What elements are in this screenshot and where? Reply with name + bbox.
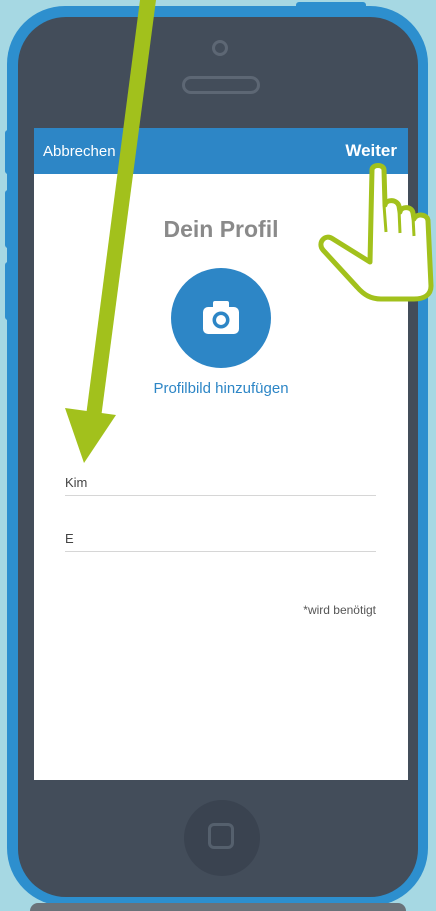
home-button[interactable] — [184, 800, 260, 876]
app-screen: Abbrechen Weiter Dein Profil Profilbild … — [34, 128, 408, 780]
add-profile-picture-link[interactable]: Profilbild hinzufügen — [34, 380, 408, 397]
home-square-icon — [208, 823, 234, 849]
navigation-bar: Abbrechen Weiter — [34, 128, 408, 174]
first-name-field[interactable]: Kim — [65, 468, 376, 496]
volume-down-button — [5, 262, 15, 320]
volume-up-button — [5, 190, 15, 248]
phone-shadow — [30, 903, 406, 911]
earpiece-speaker — [182, 76, 260, 94]
next-button[interactable]: Weiter — [345, 141, 397, 161]
cancel-button[interactable]: Abbrechen — [43, 143, 116, 160]
last-name-field[interactable]: E — [65, 524, 376, 552]
required-note: *wird benötigt — [303, 603, 376, 617]
add-profile-picture-button[interactable] — [171, 268, 271, 368]
mute-switch — [5, 130, 15, 174]
power-button — [296, 2, 366, 12]
front-camera — [212, 40, 228, 56]
camera-icon — [203, 301, 239, 334]
page-title: Dein Profil — [163, 216, 279, 242]
